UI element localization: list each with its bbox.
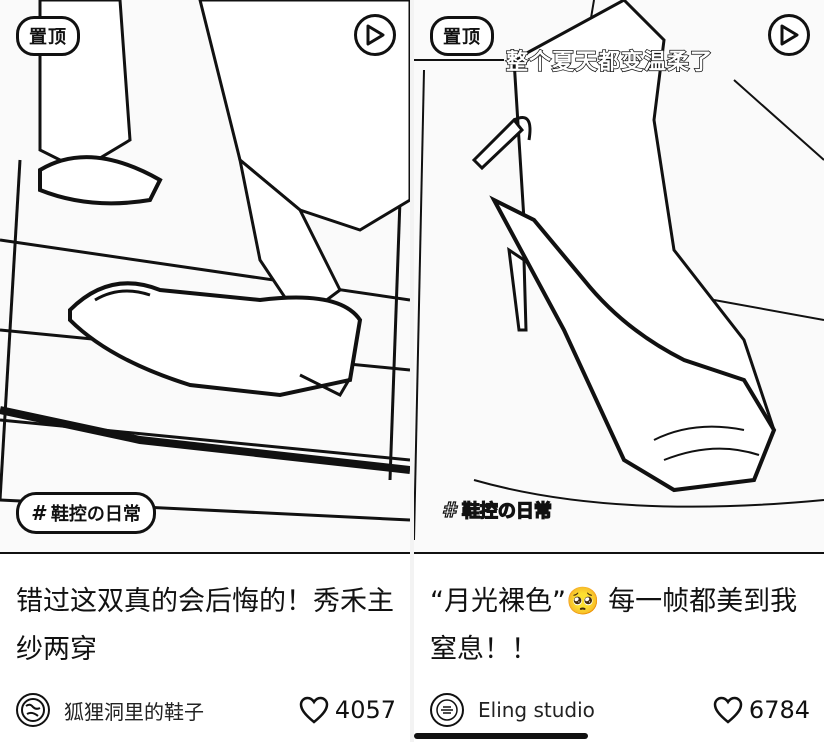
like-count: 4057 (334, 696, 396, 724)
author-avatar[interactable] (16, 693, 50, 727)
like-button[interactable]: 4057 (299, 696, 396, 724)
post-title[interactable]: “月光裸色”🥺 每一帧都美到我窒息！！ (430, 578, 810, 674)
play-button[interactable] (768, 14, 810, 56)
feed-card-1[interactable]: 置顶 # 鞋控の日常 错过这双真的会后悔的！秀禾主纱两穿 狐狸洞里的鞋子 405… (0, 0, 410, 742)
post-meta: 狐狸洞里的鞋子 4057 (16, 690, 396, 730)
topic-tag-chip[interactable]: # 鞋控の日常 (16, 492, 156, 534)
topic-tag-label: 鞋控の日常 (461, 500, 552, 522)
feed-grid: 置顶 # 鞋控の日常 错过这双真的会后悔的！秀禾主纱两穿 狐狸洞里的鞋子 405… (0, 0, 824, 742)
home-indicator[interactable] (414, 733, 588, 739)
feed-card-2[interactable]: 置顶 整个夏天都变温柔了 # 鞋控の日常 “月光裸色”🥺 每一帧都美到我窒息！！… (414, 0, 824, 742)
topic-tag-label: 鞋控の日常 (50, 504, 141, 525)
brand-avatar-icon (436, 699, 458, 721)
author-name[interactable]: Eling studio (478, 698, 595, 722)
play-icon (366, 24, 385, 46)
post-title[interactable]: 错过这双真的会后悔的！秀禾主纱两穿 (16, 578, 396, 674)
like-count: 6784 (748, 696, 810, 724)
hashtag-icon: # (441, 497, 456, 522)
author-avatar[interactable] (430, 693, 464, 727)
pinned-badge: 置顶 (16, 16, 80, 56)
video-overlay-caption: 整个夏天都变温柔了 (505, 49, 714, 76)
play-icon (780, 24, 799, 46)
post-meta: Eling studio 6784 (430, 690, 810, 730)
play-button[interactable] (354, 14, 396, 56)
video-cover-1[interactable]: 置顶 # 鞋控の日常 (0, 0, 410, 554)
shoe-photo-2 (414, 0, 824, 552)
author-name[interactable]: 狐狸洞里的鞋子 (64, 696, 204, 725)
like-button[interactable]: 6784 (713, 696, 810, 724)
hashtag-icon: # (31, 501, 45, 525)
topic-tag-chip[interactable]: # 鞋控の日常 (430, 492, 564, 528)
heart-icon (713, 696, 743, 724)
heart-icon (299, 696, 329, 724)
pinned-badge: 置顶 (430, 16, 494, 56)
video-cover-2[interactable]: 置顶 整个夏天都变温柔了 # 鞋控の日常 (414, 0, 824, 554)
shoe-photo-1 (0, 0, 410, 552)
globe-avatar-icon (21, 698, 45, 722)
